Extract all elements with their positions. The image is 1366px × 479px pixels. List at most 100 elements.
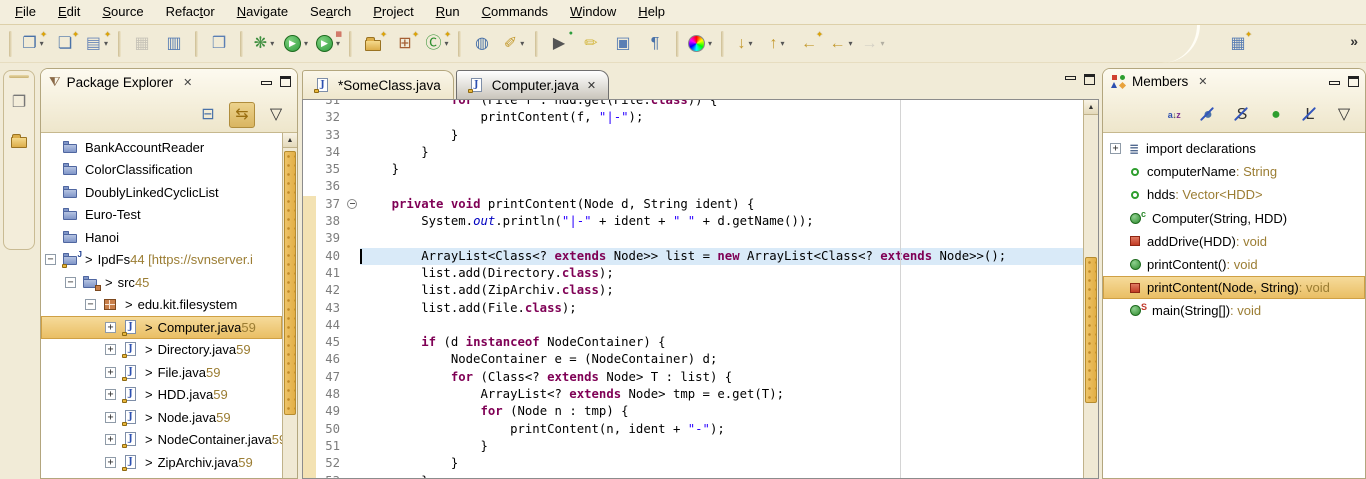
print-icon[interactable]: ▥ xyxy=(161,31,187,57)
tree-item-hanoi[interactable]: Hanoi xyxy=(41,226,282,249)
code-line-51[interactable]: 51 } xyxy=(303,438,1098,455)
scroll-up-icon[interactable]: ▲ xyxy=(283,133,297,148)
tab-close-icon[interactable]: ✕ xyxy=(587,79,596,92)
menu-window[interactable]: Window xyxy=(559,0,627,24)
fast-view-handle[interactable] xyxy=(9,75,29,78)
dropdown-arrow-icon[interactable]: ▾ xyxy=(270,39,274,48)
code-line-37[interactable]: 37 private void printContent(Node d, Str… xyxy=(303,196,1098,213)
code-line-47[interactable]: 47 for (Class<? extends Node> T : list) … xyxy=(303,369,1098,386)
new-java-project-icon[interactable]: ✦ xyxy=(360,31,386,57)
code-line-49[interactable]: 49 for (Node n : tmp) { xyxy=(303,403,1098,420)
hide-fields-icon[interactable]: ● xyxy=(1195,102,1221,128)
code-line-36[interactable]: 36 xyxy=(303,178,1098,195)
members-close-icon[interactable]: ✕ xyxy=(1198,75,1207,88)
code-line-43[interactable]: 43 list.add(File.class); xyxy=(303,300,1098,317)
scroll-up-icon[interactable]: ▲ xyxy=(1084,100,1098,115)
code-line-53[interactable]: 53 } xyxy=(303,473,1098,479)
tree-expander-icon[interactable]: + xyxy=(105,434,116,445)
show-selected-element-only-icon[interactable]: ▣ xyxy=(610,31,636,57)
member-hdds[interactable]: hdds : Vector<HDD> xyxy=(1103,183,1365,206)
maximize-button[interactable] xyxy=(1348,76,1359,87)
sort-icon[interactable]: a↓z xyxy=(1161,102,1187,128)
open-web-browser-icon[interactable]: ◍ xyxy=(469,31,495,57)
dropdown-arrow-icon[interactable]: ▾ xyxy=(848,39,852,48)
debug-icon[interactable]: ❋▾ xyxy=(251,31,277,57)
code-line-34[interactable]: 34 } xyxy=(303,144,1098,161)
color-wheel-icon[interactable]: ▾ xyxy=(687,31,713,57)
dropdown-arrow-icon[interactable]: ▾ xyxy=(520,39,524,48)
code-line-52[interactable]: 52 } xyxy=(303,455,1098,472)
minimize-button[interactable] xyxy=(1329,81,1340,85)
package-explorer-scrollbar[interactable]: ▲ xyxy=(282,133,297,478)
last-edit-location-icon[interactable]: ←✦ xyxy=(796,31,822,57)
dropdown-arrow-icon[interactable]: ▾ xyxy=(445,39,449,48)
show-whitespace-icon[interactable]: ¶ xyxy=(642,31,668,57)
code-line-33[interactable]: 33 } xyxy=(303,127,1098,144)
tree-item-bankaccountreader[interactable]: BankAccountReader xyxy=(41,136,282,159)
run-external-tools-icon[interactable]: ▶▦▾ xyxy=(315,31,341,57)
mark-occurrences-icon[interactable]: ✏ xyxy=(578,31,604,57)
editor-minimize-button[interactable] xyxy=(1065,76,1076,80)
new-wizard-icon[interactable]: ❐✦▾ xyxy=(20,31,46,57)
code-line-50[interactable]: 50 printContent(n, ident + "-"); xyxy=(303,421,1098,438)
new-project-icon[interactable]: ❏✦ xyxy=(52,31,78,57)
new-java-package-icon[interactable]: ⊞✦ xyxy=(392,31,418,57)
export-icon[interactable]: ❒ xyxy=(206,31,232,57)
tree-expander-icon[interactable]: − xyxy=(65,277,76,288)
menu-file[interactable]: File xyxy=(4,0,47,24)
dropdown-arrow-icon[interactable]: ▾ xyxy=(880,39,884,48)
code-line-39[interactable]: 39 xyxy=(303,230,1098,247)
code-line-41[interactable]: 41 list.add(Directory.class); xyxy=(303,265,1098,282)
save-icon[interactable]: ▦ xyxy=(129,31,155,57)
menu-source[interactable]: Source xyxy=(91,0,154,24)
next-annotation-icon[interactable]: ↓▾ xyxy=(732,31,758,57)
dropdown-arrow-icon[interactable]: ▾ xyxy=(104,39,108,48)
editor-maximize-button[interactable] xyxy=(1084,74,1095,85)
member-printcontent-[interactable]: printContent() : void xyxy=(1103,253,1365,276)
member-import-declarations[interactable]: +≣import declarations xyxy=(1103,137,1365,160)
member-computer-string-hdd-[interactable]: cComputer(String, HDD) xyxy=(1103,207,1365,230)
code-line-48[interactable]: 48 ArrayList<? extends Node> tmp = e.get… xyxy=(303,386,1098,403)
scrollbar-thumb[interactable] xyxy=(1085,257,1097,403)
dropdown-arrow-icon[interactable]: ▾ xyxy=(708,39,712,48)
code-line-31[interactable]: 31 for (File f : hdd.get(File.class)) { xyxy=(303,99,1098,109)
menu-commands[interactable]: Commands xyxy=(471,0,559,24)
tree-item-doublylinkedcycliclist[interactable]: DoublyLinkedCyclicList xyxy=(41,181,282,204)
menu-refactor[interactable]: Refactor xyxy=(155,0,226,24)
member-printcontent-node-string-[interactable]: printContent(Node, String) : void xyxy=(1103,276,1365,299)
code-line-42[interactable]: 42 list.add(ZipArchiv.class); xyxy=(303,282,1098,299)
package-explorer-close-icon[interactable]: ✕ xyxy=(183,76,192,89)
coverage-icon[interactable]: ▶● xyxy=(546,31,572,57)
code-line-46[interactable]: 46 NodeContainer e = (NodeContainer) d; xyxy=(303,351,1098,368)
tree-expander-icon[interactable]: + xyxy=(105,412,116,423)
code-line-32[interactable]: 32 printContent(f, "|-"); xyxy=(303,109,1098,126)
dropdown-arrow-icon[interactable]: ▾ xyxy=(40,39,44,48)
editor-tab--someclass-java[interactable]: J*SomeClass.java xyxy=(302,70,454,99)
tree-item-ziparchiv-java[interactable]: +J>ZipArchiv.java 59 xyxy=(41,451,282,474)
menu-edit[interactable]: Edit xyxy=(47,0,91,24)
code-line-40[interactable]: 40 ArrayList<Class<? extends Node>> list… xyxy=(303,248,1098,265)
tree-expander-icon[interactable]: − xyxy=(85,299,96,310)
tree-item-hdd-java[interactable]: +J>HDD.java 59 xyxy=(41,384,282,407)
tree-expander-icon[interactable]: + xyxy=(105,344,116,355)
dropdown-arrow-icon[interactable]: ▾ xyxy=(748,39,752,48)
restore-views-icon[interactable]: ❐ xyxy=(6,90,32,116)
tree-expander-icon[interactable]: + xyxy=(105,389,116,400)
view-menu-icon[interactable]: ▽ xyxy=(263,102,289,128)
menu-run[interactable]: Run xyxy=(425,0,471,24)
forward-icon[interactable]: →▾ xyxy=(860,31,886,57)
code-editor[interactable]: 31 for (File f : hdd.get(File.class)) {3… xyxy=(302,99,1099,479)
maximize-button[interactable] xyxy=(280,76,291,87)
collapse-fold-icon[interactable] xyxy=(347,199,357,209)
menu-navigate[interactable]: Navigate xyxy=(226,0,299,24)
tree-expander-icon[interactable]: + xyxy=(105,457,116,468)
scrollbar-thumb[interactable] xyxy=(284,151,296,415)
link-with-editor-icon[interactable]: ⇆ xyxy=(229,102,255,128)
tree-item-directory-java[interactable]: +J>Directory.java 59 xyxy=(41,339,282,362)
code-line-44[interactable]: 44 xyxy=(303,317,1098,334)
tree-item-nodecontainer-java[interactable]: +J>NodeContainer.java 59 xyxy=(41,429,282,452)
toolbar-overflow-chevron[interactable]: » xyxy=(1350,33,1358,49)
tree-item-node-java[interactable]: +J>Node.java 59 xyxy=(41,406,282,429)
code-line-35[interactable]: 35 } xyxy=(303,161,1098,178)
menu-help[interactable]: Help xyxy=(627,0,676,24)
